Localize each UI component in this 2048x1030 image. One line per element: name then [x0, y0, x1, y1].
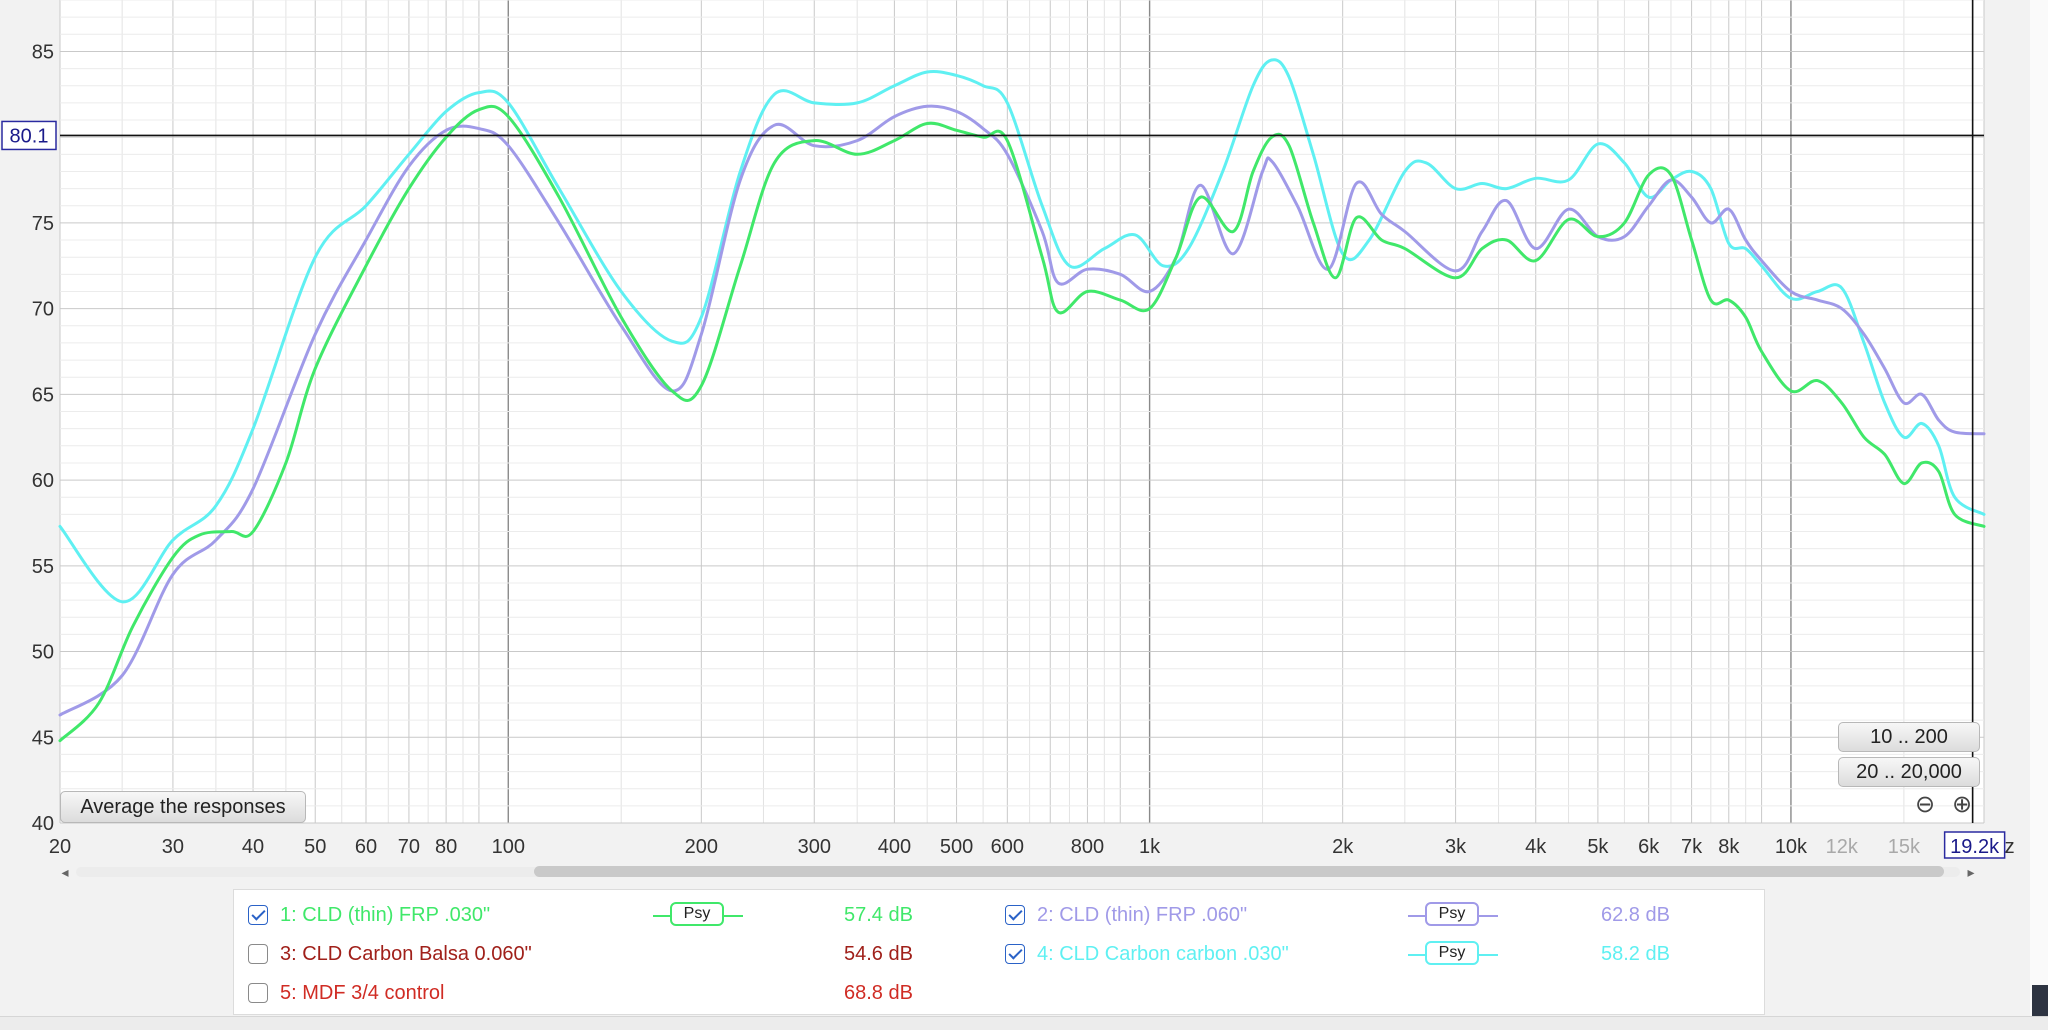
legend-label-4: 4: CLD Carbon carbon .030"	[1037, 943, 1289, 965]
zoom-out-icon[interactable]: ⊖	[1913, 793, 1937, 817]
x-tick-label: 1k	[1139, 836, 1161, 858]
legend-label-1: 1: CLD (thin) FRP .030"	[280, 904, 491, 926]
scroll-right-icon[interactable]: ▸	[1964, 864, 1978, 880]
checkbox-1[interactable]	[248, 905, 268, 925]
average-responses-button[interactable]: Average the responses	[60, 791, 306, 823]
psy-label-2: Psy	[1425, 902, 1479, 926]
x-tick-label: 600	[991, 836, 1024, 858]
y-tick-label: 85	[32, 41, 54, 63]
x-tick-label: 80	[435, 836, 457, 858]
cursor-x-unit: z	[2005, 836, 2015, 858]
legend-db-4: 58.2 dB	[1601, 943, 1670, 965]
horizontal-scrollbar[interactable]: ◂ ▸	[58, 864, 1978, 880]
y-tick-label: 75	[32, 213, 54, 235]
checkbox-3[interactable]	[248, 944, 268, 964]
checkbox-5[interactable]	[248, 983, 268, 1003]
legend-label-2: 2: CLD (thin) FRP .060"	[1037, 904, 1248, 926]
y-tick-label: 65	[32, 384, 54, 406]
frequency-response-chart: 4045505560657075808520304050607080100200…	[1, 0, 2015, 859]
x-tick-label: 8k	[1718, 836, 1740, 858]
y-tick-label: 40	[32, 813, 54, 835]
x-tick-label: 100	[492, 836, 525, 858]
cursor-x-readout: 19.2k	[1950, 836, 2000, 858]
x-tick-label: 7k	[1681, 836, 1703, 858]
legend-db-5: 68.8 dB	[844, 982, 913, 1004]
psy-smoothing-4[interactable]: Psy	[1408, 941, 1498, 969]
y-tick-label: 50	[32, 642, 54, 664]
legend-label-5: 5: MDF 3/4 control	[280, 982, 445, 1004]
x-tick-label: 2k	[1332, 836, 1354, 858]
x-tick-label: 50	[304, 836, 326, 858]
x-tick-label: 500	[940, 836, 973, 858]
x-tick-label: 6k	[1638, 836, 1660, 858]
x-tick-label: 400	[878, 836, 911, 858]
x-tick-label: 12k	[1826, 836, 1859, 858]
x-tick-label: 30	[162, 836, 184, 858]
x-tick-label: 10k	[1775, 836, 1808, 858]
x-tick-label: 300	[798, 836, 831, 858]
legend-db-3: 54.6 dB	[844, 943, 913, 965]
y-tick-label: 45	[32, 727, 54, 749]
x-tick-label: 5k	[1587, 836, 1609, 858]
x-tick-label: 70	[398, 836, 420, 858]
x-tick-label: 200	[685, 836, 718, 858]
legend-panel: 1: CLD (thin) FRP .030" Psy 57.4 dB 2: C…	[233, 889, 1765, 1015]
legend-label-3: 3: CLD Carbon Balsa 0.060"	[280, 943, 532, 965]
checkbox-2[interactable]	[1005, 905, 1025, 925]
x-tick-label: 4k	[1525, 836, 1547, 858]
psy-smoothing-1[interactable]: Psy	[653, 902, 743, 930]
range-20-20000-button[interactable]: 20 .. 20,000	[1838, 757, 1980, 787]
x-tick-label: 20	[49, 836, 71, 858]
x-tick-label: 60	[355, 836, 377, 858]
scroll-left-icon[interactable]: ◂	[58, 864, 72, 880]
x-tick-label: 15k	[1888, 836, 1921, 858]
y-tick-label: 60	[32, 470, 54, 492]
window-edge	[2030, 0, 2048, 1029]
cursor-y-readout: 80.1	[10, 125, 49, 147]
zoom-in-icon[interactable]: ⊕	[1950, 793, 1974, 817]
x-tick-label: 800	[1071, 836, 1104, 858]
status-bar	[0, 1016, 2048, 1030]
psy-smoothing-2[interactable]: Psy	[1408, 902, 1498, 930]
y-tick-label: 55	[32, 556, 54, 578]
legend-db-1: 57.4 dB	[844, 904, 913, 926]
scroll-thumb[interactable]	[534, 866, 1944, 877]
legend-db-2: 62.8 dB	[1601, 904, 1670, 926]
x-tick-label: 40	[242, 836, 264, 858]
range-10-200-button[interactable]: 10 .. 200	[1838, 722, 1980, 752]
checkbox-4[interactable]	[1005, 944, 1025, 964]
psy-label-4: Psy	[1425, 941, 1479, 965]
y-tick-label: 70	[32, 299, 54, 321]
psy-label-1: Psy	[670, 902, 724, 926]
x-tick-label: 3k	[1445, 836, 1467, 858]
